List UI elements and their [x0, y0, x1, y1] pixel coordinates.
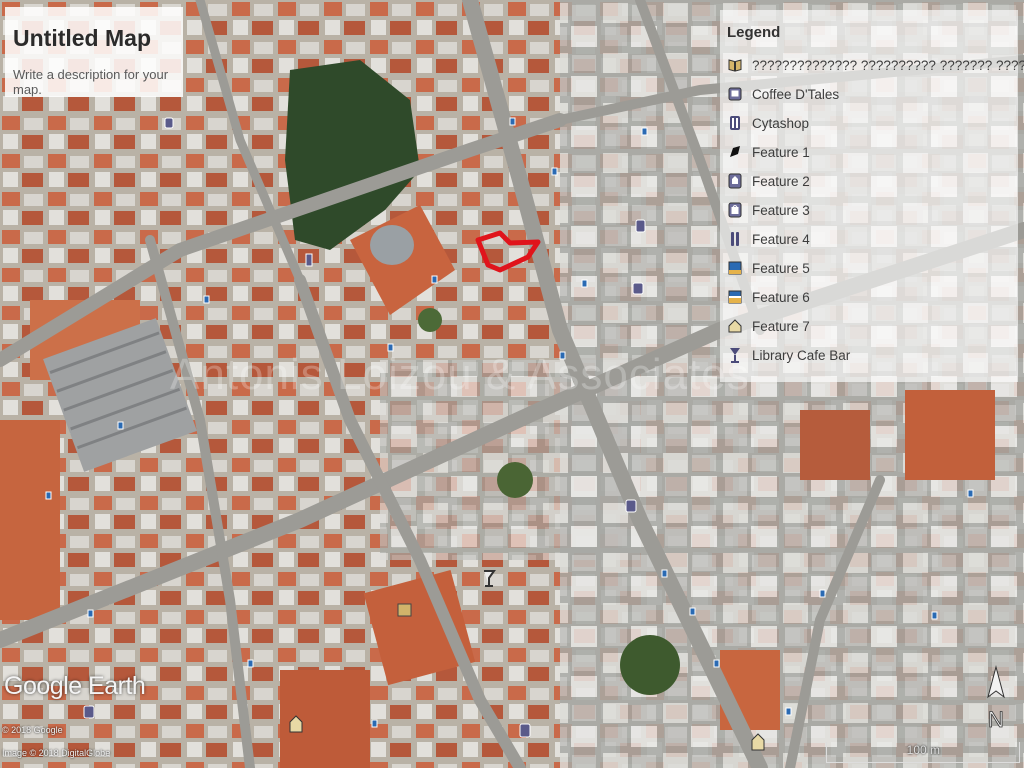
legend-item-label: Library Cafe Bar [752, 347, 851, 363]
legend-title: Legend [727, 24, 781, 41]
legend-item[interactable]: ?????????????? ?????????? ??????? ??????… [728, 54, 1024, 76]
legend-item-label: Coffee D'Tales [752, 86, 840, 102]
polygon-icon [728, 144, 742, 160]
legend-item[interactable]: Feature 6 [728, 286, 1016, 308]
legend-panel: Legend ?????????????? ?????????? ???????… [720, 10, 1024, 382]
house-icon [728, 318, 742, 334]
scale-bar: 100 m [826, 740, 1020, 764]
square-icon [728, 260, 742, 276]
legend-item-label: Cytashop [752, 115, 810, 131]
legend-item[interactable]: Coffee D'Tales [728, 83, 1016, 105]
legend-item-label: Feature 1 [752, 144, 810, 160]
legend-item[interactable]: Feature 1 [728, 141, 1016, 163]
copyright-google: © 2018 Google [2, 725, 63, 735]
legend-item[interactable]: Feature 2 [728, 170, 1016, 192]
agency-watermark: Antonis Loizou & Associates [170, 350, 750, 399]
legend-item-label: Feature 2 [752, 173, 810, 189]
knife-fork-icon [728, 231, 742, 247]
legend-item-label: Feature 5 [752, 260, 810, 276]
legend-item-label: ?????????????? ?????????? ??????? ??????… [752, 57, 1024, 73]
legend-item-label: Feature 7 [752, 318, 810, 334]
scale-label: 100 m [906, 743, 940, 757]
legend-item[interactable]: Library Cafe Bar [728, 344, 1016, 366]
map-title-card[interactable]: Untitled Map Write a description for you… [5, 7, 183, 97]
pin-icon [728, 173, 742, 189]
legend-item-label: Feature 4 [752, 231, 810, 247]
legend-item[interactable]: Cytashop [728, 112, 1016, 134]
legend-item[interactable]: Feature 3 [728, 199, 1016, 221]
map-title[interactable]: Untitled Map [13, 25, 151, 52]
copyright-imagery: Image © 2018 DigitalGlobe [2, 748, 111, 758]
book-icon [728, 57, 742, 73]
compass-north-icon[interactable]: N [984, 665, 1008, 733]
square-icon [728, 289, 742, 305]
map-description[interactable]: Write a description for your map. [13, 67, 183, 97]
compass-label: N [988, 707, 1004, 732]
bag-icon [728, 202, 742, 218]
square-icon [728, 86, 742, 102]
legend-item-label: Feature 6 [752, 289, 810, 305]
pump-icon [728, 115, 742, 131]
cocktail-icon [728, 347, 742, 363]
legend-item[interactable]: Feature 7 [728, 315, 1016, 337]
google-earth-logo: Google Earth [4, 672, 146, 700]
legend-item[interactable]: Feature 4 [728, 228, 1016, 250]
legend-item[interactable]: Feature 5 [728, 257, 1016, 279]
legend-item-label: Feature 3 [752, 202, 810, 218]
